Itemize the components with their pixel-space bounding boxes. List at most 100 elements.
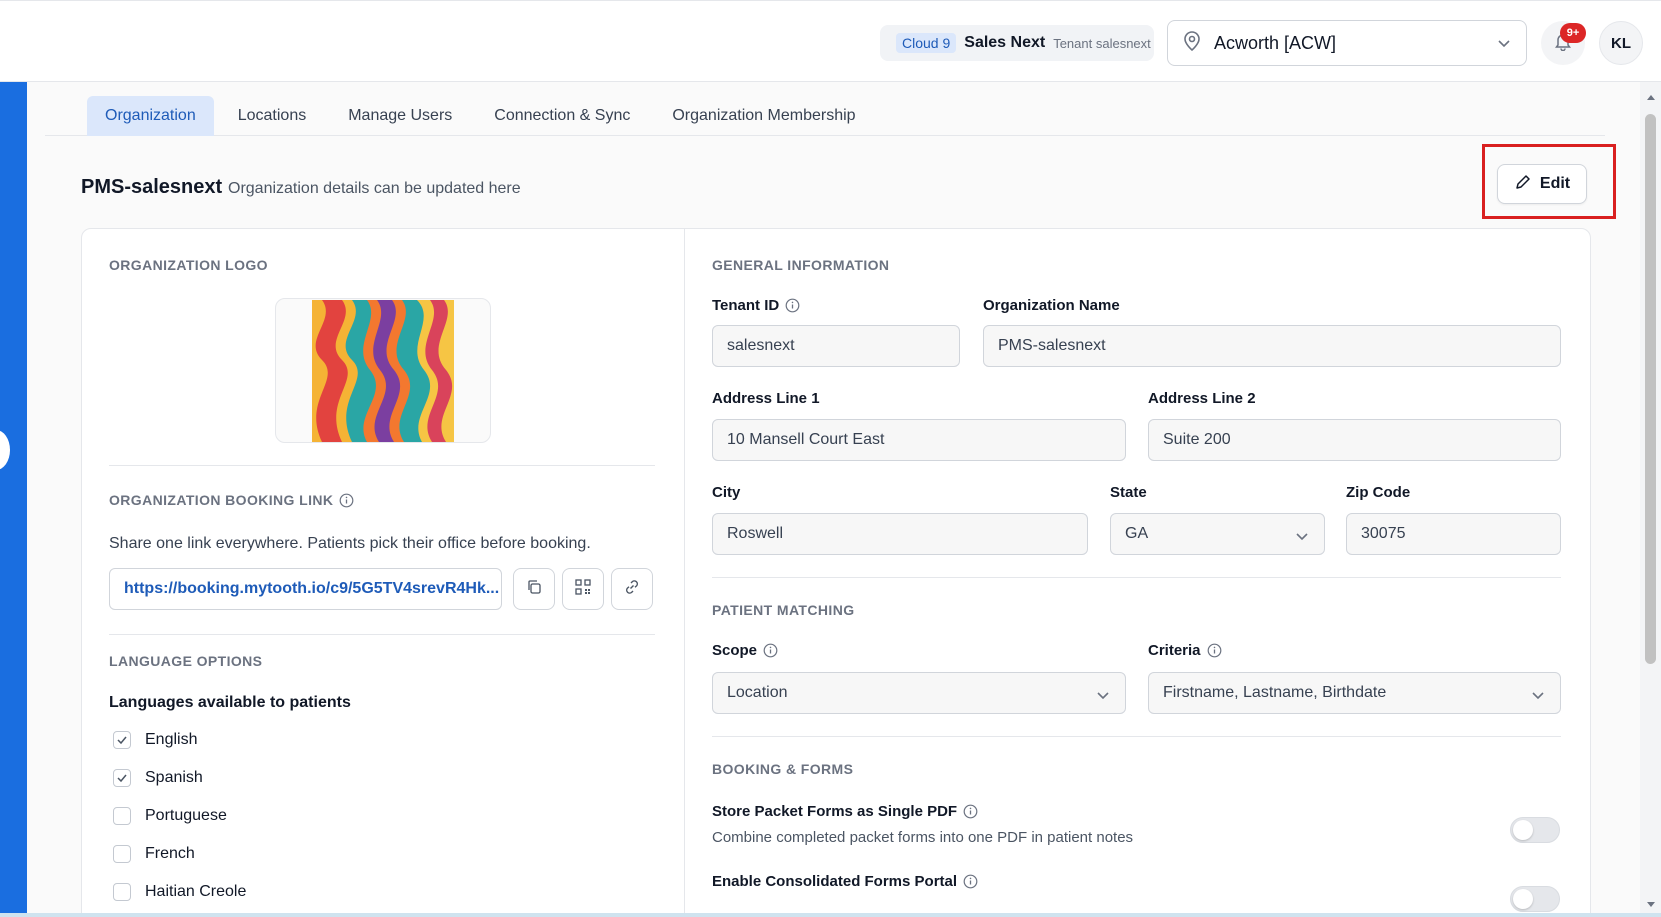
scope-select[interactable]: Location	[712, 672, 1126, 714]
info-icon[interactable]	[785, 298, 800, 313]
info-icon[interactable]	[963, 804, 978, 819]
booking-section-title: ORGANIZATION BOOKING LINK	[109, 492, 354, 508]
page-subtitle: Organization details can be updated here	[228, 180, 521, 197]
notification-badge: 9+	[1560, 23, 1586, 43]
tab-connection-sync[interactable]: Connection & Sync	[476, 96, 648, 136]
location-select[interactable]: Acworth [ACW]	[1167, 20, 1527, 66]
tab-organization-membership[interactable]: Organization Membership	[654, 96, 873, 136]
bottom-strip	[0, 913, 1661, 917]
language-option-portuguese[interactable]: Portuguese	[113, 807, 227, 825]
address2-field[interactable]: Suite 200	[1148, 419, 1561, 461]
tab-organization[interactable]: Organization	[87, 96, 214, 136]
checkbox-checked[interactable]	[113, 769, 131, 787]
scrollbar-thumb[interactable]	[1645, 114, 1656, 664]
divider	[712, 577, 1561, 578]
divider	[109, 634, 655, 635]
criteria-label: Criteria	[1148, 642, 1222, 659]
left-rail	[0, 82, 27, 917]
general-section-title: GENERAL INFORMATION	[712, 257, 890, 273]
rail-toggle-handle[interactable]	[0, 430, 10, 470]
organization-logo	[312, 299, 454, 442]
qr-code-icon	[574, 578, 592, 601]
page-title: PMS-salesnext	[81, 176, 223, 198]
info-icon[interactable]	[339, 493, 354, 508]
location-value: Acworth [ACW]	[1214, 32, 1337, 53]
booking-section-title-text: ORGANIZATION BOOKING LINK	[109, 492, 334, 508]
criteria-select[interactable]: Firstname, Lastname, Birthdate	[1148, 672, 1561, 714]
chevron-down-icon	[1496, 35, 1512, 56]
tenant-chip[interactable]: Cloud 9 Sales Next Tenant salesnext	[880, 25, 1154, 61]
language-option-haitian-creole[interactable]: Haitian Creole	[113, 883, 246, 901]
tenant-name: Sales Next	[964, 34, 1046, 51]
language-label: Portuguese	[145, 807, 227, 824]
store-packet-description: Combine completed packet forms into one …	[712, 829, 1134, 846]
address1-field[interactable]: 10 Mansell Court East	[712, 419, 1126, 461]
top-bar: Cloud 9 Sales Next Tenant salesnext Acwo…	[0, 0, 1661, 82]
language-section-title: LANGUAGE OPTIONS	[109, 653, 263, 669]
language-label: Haitian Creole	[145, 883, 247, 900]
language-option-spanish[interactable]: Spanish	[113, 769, 203, 787]
state-value: GA	[1125, 525, 1149, 542]
zip-field[interactable]: 30075	[1346, 513, 1561, 555]
booking-forms-section-title: BOOKING & FORMS	[712, 761, 854, 777]
address2-label: Address Line 2	[1148, 390, 1256, 407]
divider	[109, 465, 655, 466]
info-icon[interactable]	[1207, 643, 1222, 658]
criteria-label-text: Criteria	[1148, 642, 1201, 659]
logo-section-title: ORGANIZATION LOGO	[109, 257, 268, 273]
tab-bar: Organization Locations Manage Users Conn…	[45, 96, 1605, 136]
language-label: French	[145, 845, 195, 862]
consolidated-portal-title: Enable Consolidated Forms Portal	[712, 873, 978, 890]
languages-label: Languages available to patients	[109, 694, 351, 711]
qr-code-button[interactable]	[562, 568, 604, 610]
state-select[interactable]: GA	[1110, 513, 1325, 555]
language-label: Spanish	[145, 769, 203, 786]
vertical-scrollbar[interactable]	[1640, 82, 1661, 917]
avatar[interactable]: KL	[1599, 21, 1643, 65]
booking-link-field[interactable]: https://booking.mytooth.io/c9/5G5TV4srev…	[109, 568, 502, 610]
store-packet-title-text: Store Packet Forms as Single PDF	[712, 803, 958, 820]
tenant-subtitle: Tenant salesnext	[1053, 35, 1151, 51]
checkbox-unchecked[interactable]	[113, 883, 131, 901]
scope-label-text: Scope	[712, 642, 758, 659]
scroll-up-arrow-icon[interactable]	[1646, 88, 1656, 106]
scroll-down-arrow-icon[interactable]	[1646, 896, 1656, 914]
city-field[interactable]: Roswell	[712, 513, 1088, 555]
tab-locations[interactable]: Locations	[220, 96, 325, 136]
organization-card: ORGANIZATION LOGO ORGANIZATION BOOKING L…	[81, 228, 1591, 917]
main-content: Organization Locations Manage Users Conn…	[27, 82, 1640, 917]
logo-frame[interactable]	[275, 298, 491, 443]
language-option-english[interactable]: English	[113, 731, 197, 749]
link-icon	[623, 578, 641, 601]
scope-value: Location	[727, 684, 788, 701]
language-label: English	[145, 731, 198, 748]
scope-label: Scope	[712, 642, 778, 659]
store-packet-toggle[interactable]	[1510, 817, 1560, 843]
chevron-down-icon	[1294, 528, 1310, 549]
checkbox-unchecked[interactable]	[113, 845, 131, 863]
info-icon[interactable]	[963, 874, 978, 889]
language-option-french[interactable]: French	[113, 845, 195, 863]
checkbox-unchecked[interactable]	[113, 807, 131, 825]
city-label: City	[712, 484, 741, 501]
chevron-down-icon	[1530, 687, 1546, 708]
store-packet-title: Store Packet Forms as Single PDF	[712, 803, 978, 820]
tenant-id-field[interactable]: salesnext	[712, 325, 960, 367]
column-divider	[684, 229, 685, 917]
tab-manage-users[interactable]: Manage Users	[330, 96, 470, 136]
info-icon[interactable]	[763, 643, 778, 658]
edit-highlight-box	[1482, 144, 1616, 219]
tenant-badge: Cloud 9	[896, 33, 957, 53]
consolidated-portal-title-text: Enable Consolidated Forms Portal	[712, 873, 958, 890]
zip-label: Zip Code	[1346, 484, 1411, 501]
org-name-field[interactable]: PMS-salesnext	[983, 325, 1561, 367]
consolidated-portal-toggle[interactable]	[1510, 886, 1560, 912]
criteria-value: Firstname, Lastname, Birthdate	[1163, 684, 1387, 701]
chevron-down-icon	[1095, 687, 1111, 708]
booking-description: Share one link everywhere. Patients pick…	[109, 535, 591, 552]
copy-link-button[interactable]	[513, 568, 555, 610]
open-link-button[interactable]	[611, 568, 653, 610]
copy-icon	[526, 579, 542, 600]
checkbox-checked[interactable]	[113, 731, 131, 749]
map-pin-icon	[1182, 30, 1202, 57]
